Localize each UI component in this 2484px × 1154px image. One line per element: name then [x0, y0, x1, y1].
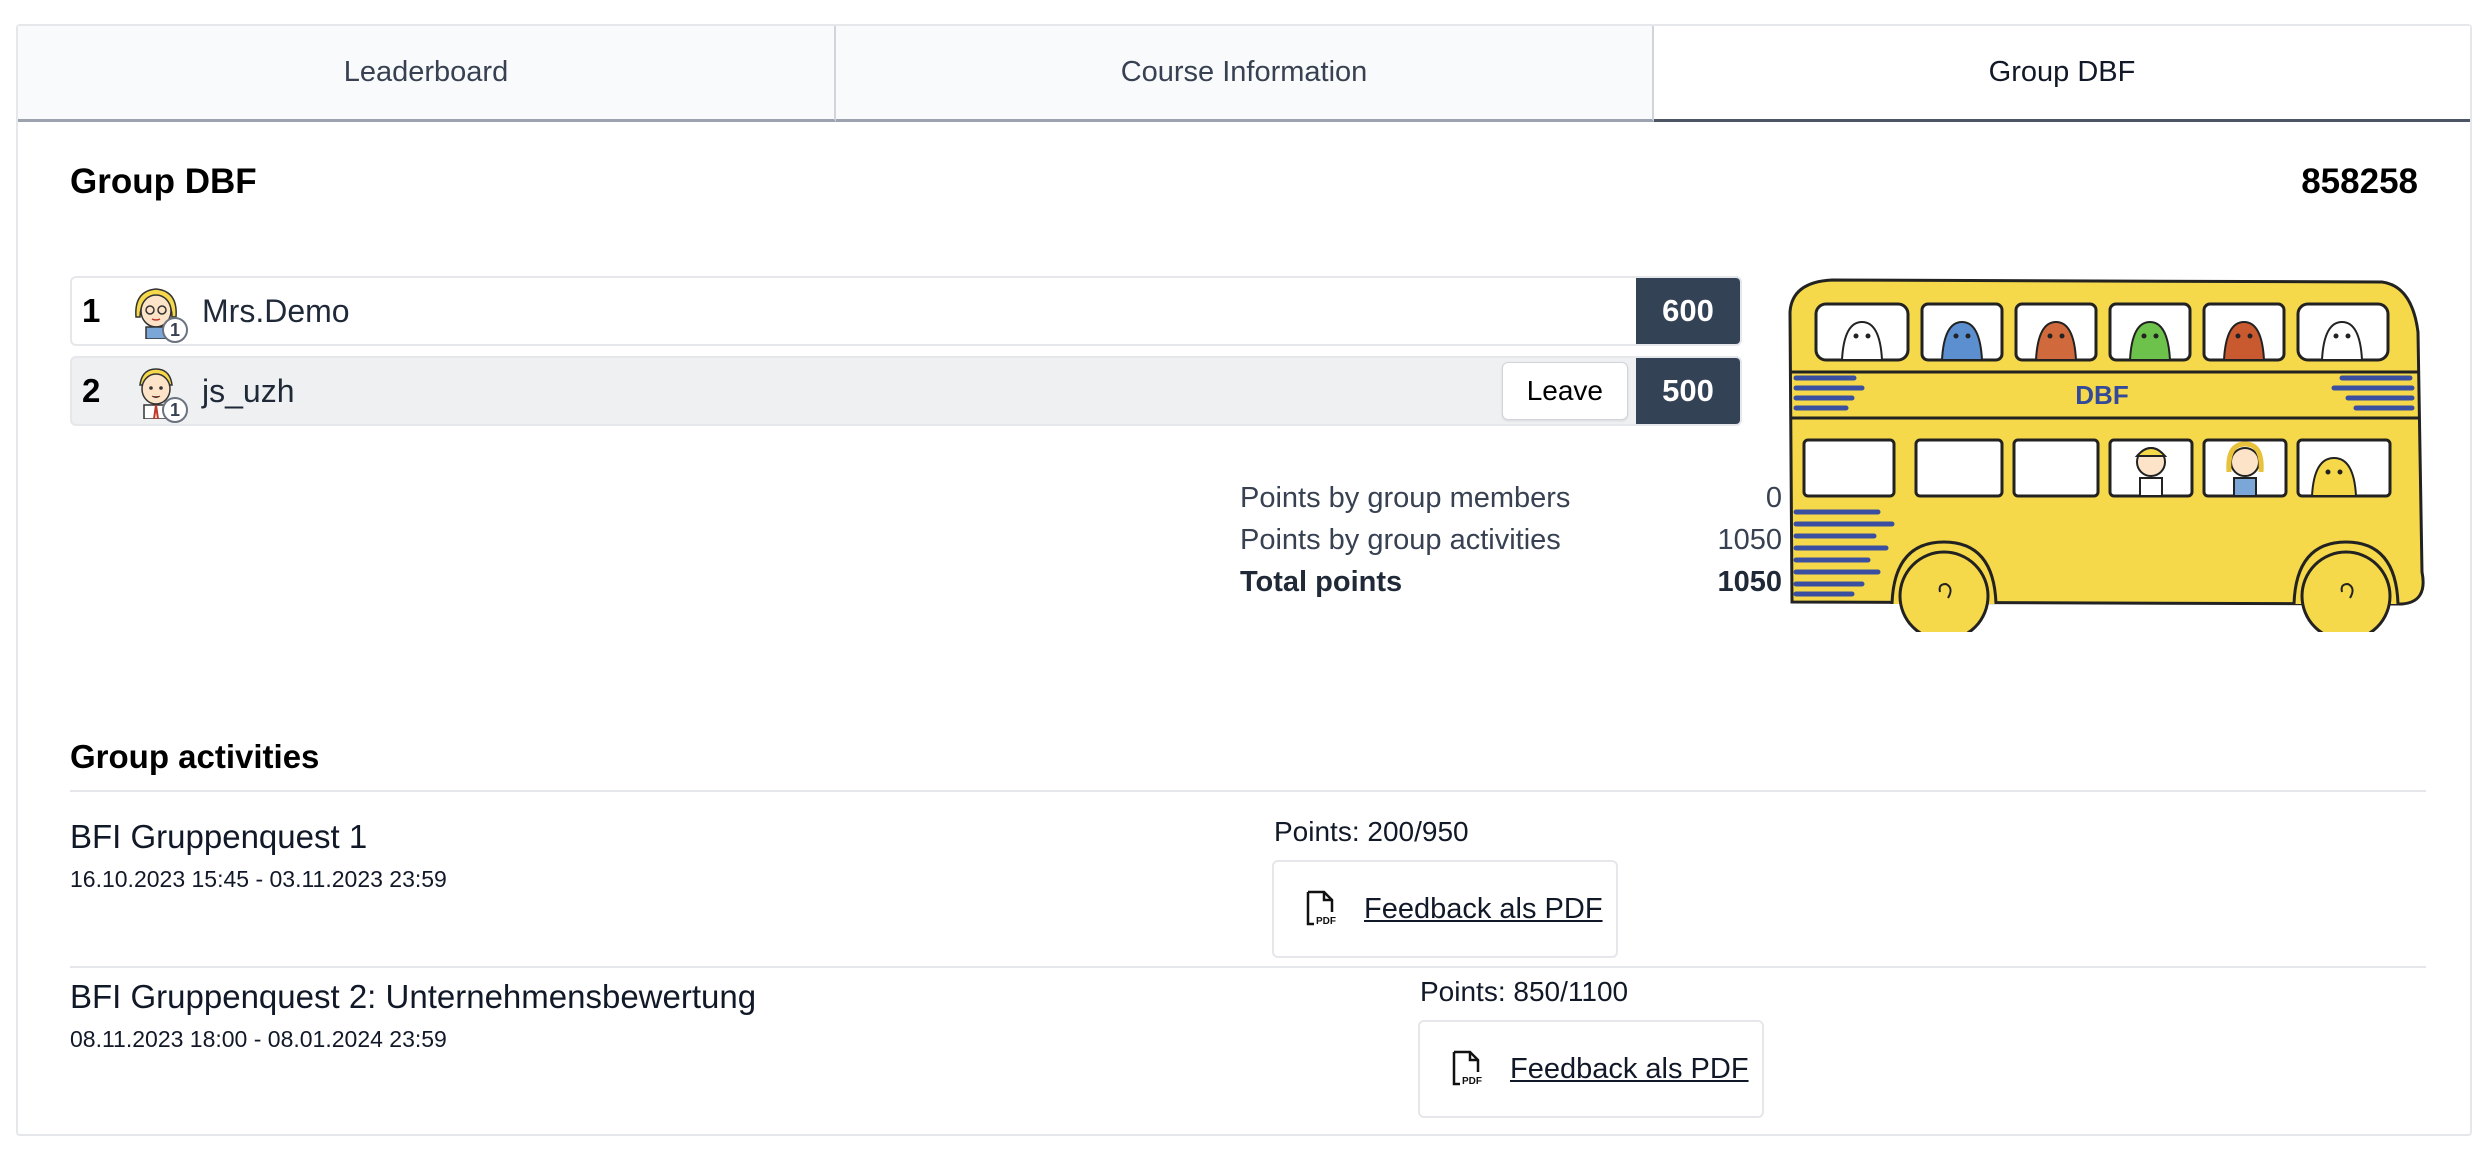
- member-name: js_uzh: [202, 372, 295, 409]
- feedback-pdf-button[interactable]: PDF Feedback als PDF: [1418, 1020, 1764, 1118]
- avatar: 1: [128, 363, 188, 423]
- group-bus-illustration: DBF: [1788, 278, 2425, 632]
- member-row: 1 1 Mrs.Demo 600: [70, 276, 1742, 346]
- group-title: Group DBF: [70, 162, 257, 201]
- feedback-pdf-link[interactable]: Feedback als PDF: [1510, 1053, 1749, 1086]
- activity-points: Points: 200/950: [1274, 816, 1469, 847]
- tab-leaderboard[interactable]: Leaderboard: [18, 26, 836, 122]
- member-score: 500: [1636, 358, 1740, 424]
- svg-text:PDF: PDF: [1462, 1076, 1482, 1087]
- member-rank: 1: [82, 292, 101, 329]
- points-activities-label: Points by group activities: [1240, 524, 1561, 556]
- member-score: 600: [1636, 278, 1740, 344]
- group-code: 858258: [2301, 162, 2418, 201]
- group-card: Leaderboard Course Information Group DBF…: [16, 24, 2472, 1136]
- svg-text:PDF: PDF: [1316, 916, 1336, 927]
- leave-button[interactable]: Leave: [1501, 362, 1628, 420]
- points-members-value: 0: [1765, 482, 1782, 514]
- group-activities-title: Group activities: [70, 738, 320, 775]
- points-activities-value: 1050: [1717, 524, 1782, 556]
- points-total-value: 1050: [1717, 566, 1782, 598]
- tab-bar: Leaderboard Course Information Group DBF: [18, 26, 2470, 122]
- activity-dates: 16.10.2023 15:45 - 03.11.2023 23:59: [70, 866, 447, 892]
- level-badge: 1: [162, 317, 188, 343]
- member-name: Mrs.Demo: [202, 292, 350, 329]
- divider: [70, 790, 2426, 792]
- divider: [70, 966, 2426, 968]
- member-row: 2 1 js_uzh Leave 500: [70, 356, 1742, 426]
- activity-dates: 08.11.2023 18:00 - 08.01.2024 23:59: [70, 1026, 447, 1052]
- tab-course-information[interactable]: Course Information: [836, 26, 1654, 122]
- avatar: 1: [128, 283, 188, 343]
- tab-group[interactable]: Group DBF: [1654, 26, 2470, 122]
- bus-label: DBF: [2075, 380, 2128, 410]
- points-total-label: Total points: [1240, 566, 1403, 598]
- pdf-file-icon: PDF: [1306, 890, 1336, 927]
- member-rank: 2: [82, 372, 101, 409]
- pdf-file-icon: PDF: [1452, 1050, 1482, 1087]
- level-badge: 1: [162, 397, 188, 423]
- activity-name: BFI Gruppenquest 1: [70, 818, 368, 855]
- activity-points: Points: 850/1100: [1420, 976, 1629, 1007]
- feedback-pdf-button[interactable]: PDF Feedback als PDF: [1272, 860, 1618, 958]
- feedback-pdf-link[interactable]: Feedback als PDF: [1364, 893, 1603, 926]
- points-members-label: Points by group members: [1240, 482, 1571, 514]
- activity-name: BFI Gruppenquest 2: Unternehmensbewertun…: [70, 978, 757, 1015]
